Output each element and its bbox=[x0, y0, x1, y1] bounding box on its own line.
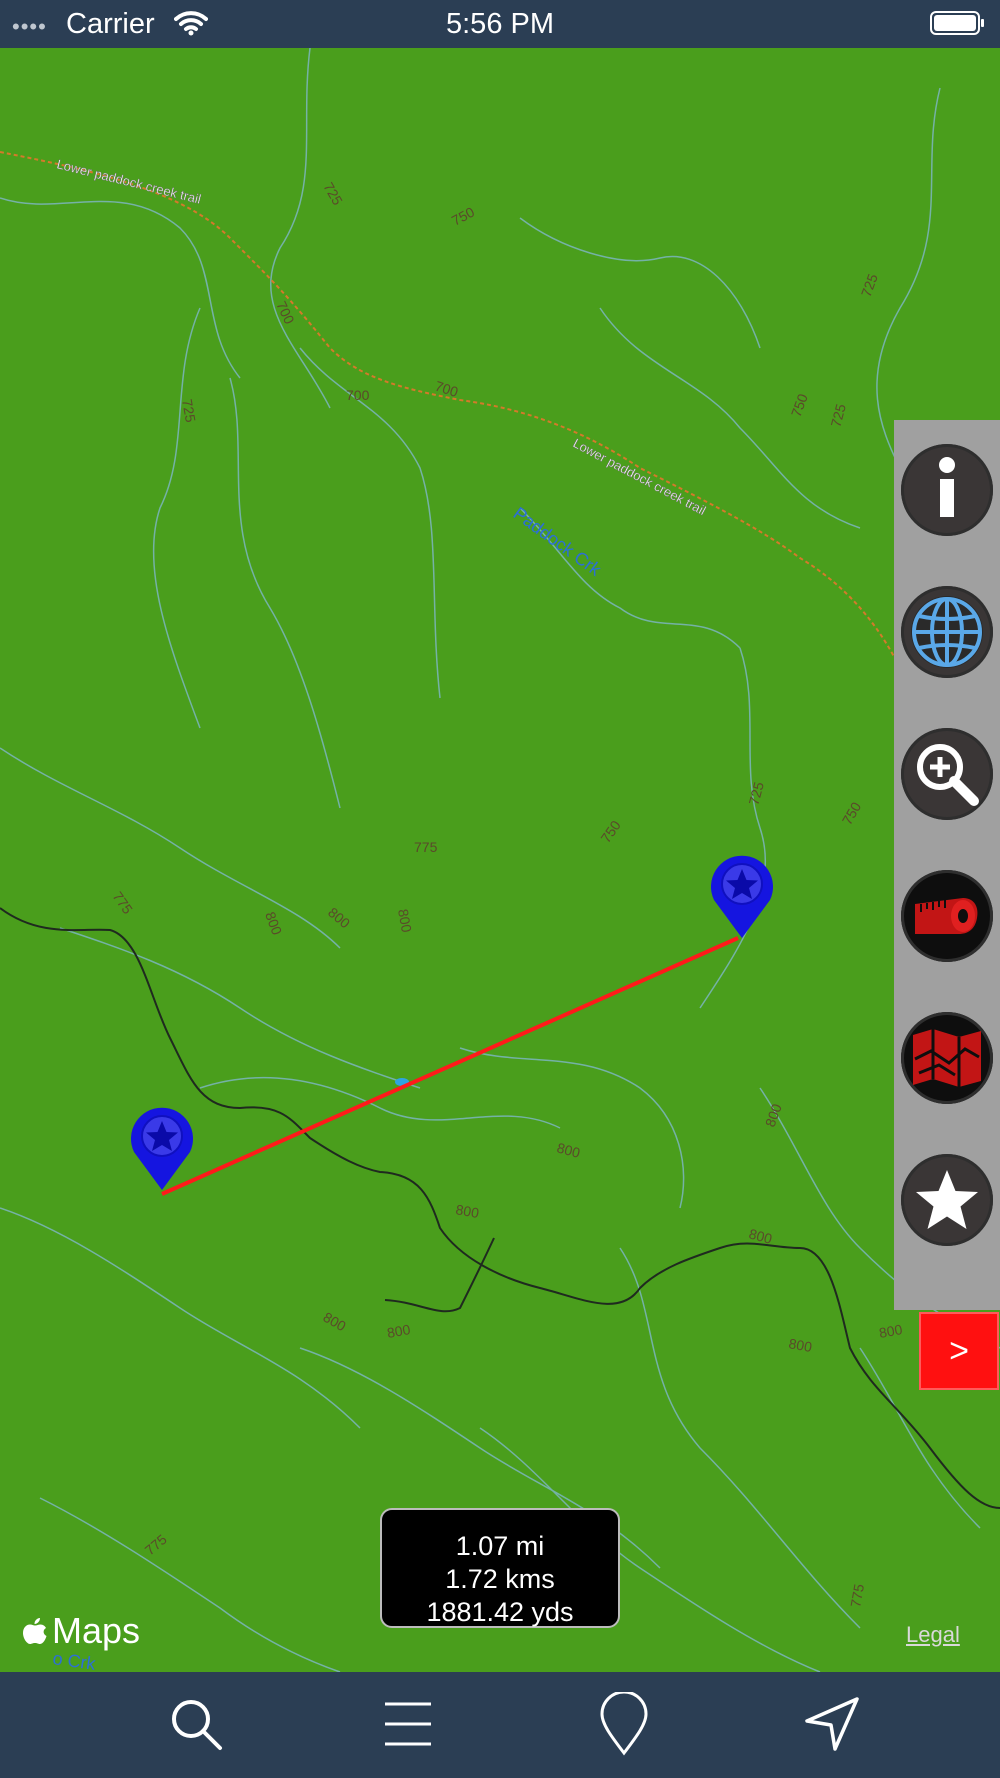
contour-label: 700 bbox=[433, 378, 460, 401]
battery-icon bbox=[930, 11, 984, 35]
maps-logo: Maps bbox=[22, 1610, 140, 1652]
contour-label: 800 bbox=[395, 908, 415, 934]
contour-label: 775 bbox=[110, 889, 137, 917]
map-canvas: Lower paddock creek trail Lower paddock … bbox=[0, 48, 1000, 1672]
distance-miles: 1.07 mi bbox=[455, 1531, 545, 1561]
menu-icon bbox=[385, 1702, 431, 1746]
zoom-in-icon bbox=[917, 744, 979, 806]
contour-label: 800 bbox=[555, 1139, 582, 1161]
trail-label: Lower paddock creek trail bbox=[55, 156, 202, 206]
contour-label: 800 bbox=[321, 1309, 349, 1335]
contour-label: 800 bbox=[787, 1335, 813, 1355]
distance-yards: 1881.42 yds bbox=[426, 1597, 574, 1627]
star-icon bbox=[916, 1170, 978, 1229]
contour-label: 750 bbox=[449, 203, 477, 228]
status-bar: •••• Carrier 5:56 PM bbox=[0, 0, 1000, 48]
maps-logo-text: Maps bbox=[52, 1610, 141, 1651]
globe-icon bbox=[911, 596, 983, 668]
creek-label: Paddock Crk bbox=[510, 503, 606, 580]
contour-lines bbox=[0, 48, 1000, 1672]
contour-label: 800 bbox=[386, 1321, 412, 1341]
contour-label: 725 bbox=[858, 271, 881, 299]
current-location-button[interactable] bbox=[802, 1694, 862, 1754]
contour-label: 725 bbox=[320, 180, 346, 208]
contour-label: 775 bbox=[142, 1531, 170, 1558]
road-path bbox=[0, 907, 1000, 1509]
measure-tape-icon bbox=[915, 898, 978, 934]
globe-button[interactable] bbox=[901, 586, 993, 678]
distance-kilometers: 1.72 kms bbox=[445, 1564, 555, 1594]
contour-label: 800 bbox=[262, 910, 285, 938]
trail-label: Lower paddock creek trail bbox=[571, 435, 709, 518]
start-pin-icon[interactable] bbox=[131, 1107, 193, 1190]
contour-label: 750 bbox=[597, 817, 624, 845]
favorites-button[interactable] bbox=[901, 1154, 993, 1246]
contour-label: 725 bbox=[827, 402, 849, 429]
search-icon bbox=[172, 1700, 222, 1750]
contour-label: 775 bbox=[414, 839, 438, 855]
contour-label: 700 bbox=[346, 387, 370, 403]
road-branch-path bbox=[384, 1237, 495, 1313]
expand-panel-button[interactable]: > bbox=[919, 1312, 999, 1390]
info-icon bbox=[939, 457, 955, 517]
side-toolbar bbox=[894, 420, 1000, 1310]
map-layers-icon bbox=[913, 1029, 981, 1087]
contour-label: 775 bbox=[847, 1583, 867, 1609]
clock-time: 5:56 PM bbox=[446, 8, 554, 40]
trail-path bbox=[0, 151, 901, 669]
contour-label: 725 bbox=[179, 398, 199, 424]
contour-label: 800 bbox=[762, 1101, 785, 1129]
distance-readout: 1.07 mi 1.72 kms 1881.42 yds bbox=[380, 1508, 620, 1628]
legal-link[interactable]: Legal bbox=[906, 1622, 960, 1648]
map-layers-button[interactable] bbox=[901, 1012, 993, 1104]
contour-label: 750 bbox=[839, 799, 865, 827]
measure-button[interactable] bbox=[901, 870, 993, 962]
map-view[interactable]: Lower paddock creek trail Lower paddock … bbox=[0, 48, 1000, 1672]
apple-logo-icon bbox=[23, 1618, 47, 1644]
contour-label: 800 bbox=[454, 1201, 480, 1221]
search-button[interactable] bbox=[166, 1694, 226, 1754]
zoom-in-button[interactable] bbox=[901, 728, 993, 820]
contour-label: 800 bbox=[325, 904, 353, 931]
contour-label: 725 bbox=[745, 780, 767, 807]
end-pin-icon[interactable] bbox=[711, 855, 773, 938]
pin-icon bbox=[600, 1692, 648, 1756]
info-button[interactable] bbox=[901, 444, 993, 536]
bottom-toolbar bbox=[0, 1672, 1000, 1778]
contour-label: 750 bbox=[788, 391, 811, 419]
drop-pin-button[interactable] bbox=[594, 1692, 654, 1756]
menu-button[interactable] bbox=[378, 1694, 438, 1754]
contour-label: 700 bbox=[273, 299, 297, 327]
contour-label: 800 bbox=[878, 1321, 904, 1341]
navigation-arrow-icon bbox=[805, 1697, 859, 1751]
measure-line bbox=[161, 936, 739, 1196]
